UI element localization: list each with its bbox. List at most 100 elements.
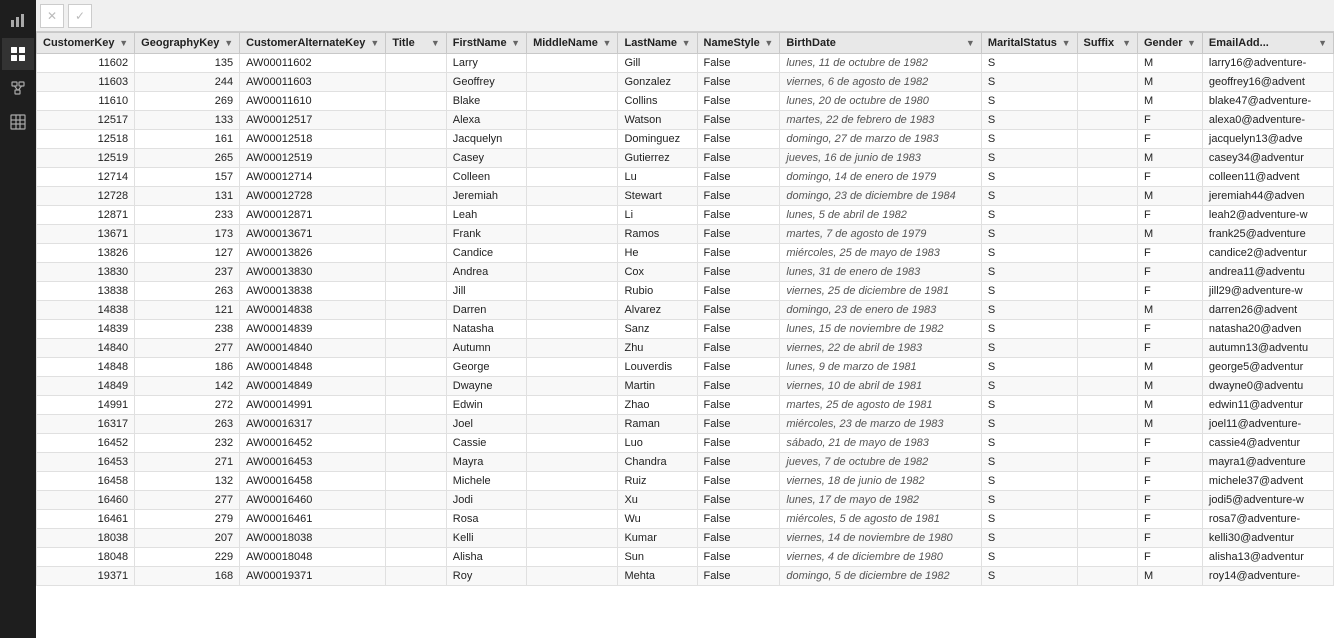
table-row[interactable]: 14991272AW00014991EdwinZhaoFalsemartes, … [37,396,1334,415]
cell-customeralternatekey: AW00013830 [240,263,386,282]
table-row[interactable]: 12871233AW00012871LeahLiFalselunes, 5 de… [37,206,1334,225]
table-row[interactable]: 13830237AW00013830AndreaCoxFalselunes, 3… [37,263,1334,282]
table-row[interactable]: 13826127AW00013826CandiceHeFalsemiércole… [37,244,1334,263]
table-row[interactable]: 18048229AW00018048AlishaSunFalseviernes,… [37,548,1334,567]
cell-gender: M [1137,92,1202,111]
cell-suffix [1077,92,1137,111]
cell-namestyle: False [697,73,780,92]
table-row[interactable]: 14848186AW00014848GeorgeLouverdisFalselu… [37,358,1334,377]
table-row[interactable]: 14849142AW00014849DwayneMartinFalseviern… [37,377,1334,396]
cell-birthdate: sábado, 21 de mayo de 1983 [780,434,982,453]
table-row[interactable]: 16453271AW00016453MayraChandraFalsejueve… [37,453,1334,472]
cell-birthdate: lunes, 9 de marzo de 1981 [780,358,982,377]
table-row[interactable]: 14840277AW00014840AutumnZhuFalseviernes,… [37,339,1334,358]
cell-firstname: Natasha [446,320,526,339]
cell-customerkey: 12517 [37,111,135,130]
cell-birthdate: miércoles, 23 de marzo de 1983 [780,415,982,434]
cell-middlename [527,434,618,453]
cell-firstname: Jacquelyn [446,130,526,149]
cell-suffix [1077,225,1137,244]
cell-emailaddress: dwayne0@adventu [1202,377,1333,396]
table-row[interactable]: 11602135AW00011602LarryGillFalselunes, 1… [37,54,1334,73]
cell-namestyle: False [697,244,780,263]
cell-emailaddress: edwin11@adventur [1202,396,1333,415]
table-row[interactable]: 11610269AW00011610BlakeCollinsFalselunes… [37,92,1334,111]
cell-customerkey: 16452 [37,434,135,453]
cell-title [386,282,446,301]
table-row[interactable]: 16317263AW00016317JoelRamanFalsemiércole… [37,415,1334,434]
cell-customerkey: 12714 [37,168,135,187]
table-row[interactable]: 16452232AW00016452CassieLuoFalsesábado, … [37,434,1334,453]
cell-geographykey: 168 [135,567,240,586]
data-table-container[interactable]: CustomerKey▼ GeographyKey▼ CustomerAlter… [36,32,1334,638]
cell-maritalstatus: S [981,453,1077,472]
cell-title [386,358,446,377]
table-row[interactable]: 13838263AW00013838JillRubioFalseviernes,… [37,282,1334,301]
col-middlename[interactable]: MiddleName▼ [527,33,618,54]
cell-geographykey: 131 [135,187,240,206]
col-gender[interactable]: Gender▼ [1137,33,1202,54]
table-row[interactable]: 12517133AW00012517AlexaWatsonFalsemartes… [37,111,1334,130]
cell-birthdate: martes, 22 de febrero de 1983 [780,111,982,130]
col-email[interactable]: EmailAdd...▼ [1202,33,1333,54]
table-row[interactable]: 13671173AW00013671FrankRamosFalsemartes,… [37,225,1334,244]
cell-title [386,472,446,491]
cell-customerkey: 12519 [37,149,135,168]
cell-customerkey: 18038 [37,529,135,548]
cell-maritalstatus: S [981,377,1077,396]
cell-suffix [1077,339,1137,358]
col-firstname[interactable]: FirstName▼ [446,33,526,54]
cell-emailaddress: frank25@adventure [1202,225,1333,244]
cell-middlename [527,92,618,111]
cell-suffix [1077,130,1137,149]
cell-emailaddress: michele37@advent [1202,472,1333,491]
col-suffix[interactable]: Suffix▼ [1077,33,1137,54]
table-row[interactable]: 14839238AW00014839NatashaSanzFalselunes,… [37,320,1334,339]
cell-customerkey: 14849 [37,377,135,396]
col-marital-status[interactable]: MaritalStatus▼ [981,33,1077,54]
col-title[interactable]: Title▼ [386,33,446,54]
table-row[interactable]: 16461279AW00016461RosaWuFalsemiércoles, … [37,510,1334,529]
table-row[interactable]: 19371168AW00019371RoyMehtaFalsedomingo, … [37,567,1334,586]
col-customer-key[interactable]: CustomerKey▼ [37,33,135,54]
cell-customerkey: 13826 [37,244,135,263]
cell-maritalstatus: S [981,510,1077,529]
cell-suffix [1077,168,1137,187]
col-namestyle[interactable]: NameStyle▼ [697,33,780,54]
cell-namestyle: False [697,92,780,111]
cell-geographykey: 157 [135,168,240,187]
table-row[interactable]: 12728131AW00012728JeremiahStewartFalsedo… [37,187,1334,206]
cell-middlename [527,263,618,282]
cell-suffix [1077,567,1137,586]
col-birthdate[interactable]: BirthDate▼ [780,33,982,54]
table-row[interactable]: 16460277AW00016460JodiXuFalselunes, 17 d… [37,491,1334,510]
cell-emailaddress: darren26@advent [1202,301,1333,320]
cell-gender: F [1137,320,1202,339]
table-row[interactable]: 12519265AW00012519CaseyGutierrezFalsejue… [37,149,1334,168]
table-row[interactable]: 14838121AW00014838DarrenAlvarezFalsedomi… [37,301,1334,320]
cell-lastname: Zhu [618,339,697,358]
cell-middlename [527,225,618,244]
cell-namestyle: False [697,453,780,472]
table-row[interactable]: 12518161AW00012518JacquelynDominguezFals… [37,130,1334,149]
cell-customerkey: 18048 [37,548,135,567]
col-lastname[interactable]: LastName▼ [618,33,697,54]
close-button[interactable]: ✕ [40,4,64,28]
col-geography-key[interactable]: GeographyKey▼ [135,33,240,54]
cell-lastname: Lu [618,168,697,187]
cell-maritalstatus: S [981,301,1077,320]
table-row[interactable]: 16458132AW00016458MicheleRuizFalsevierne… [37,472,1334,491]
grid-small-icon[interactable] [2,106,34,138]
schema-icon[interactable] [2,72,34,104]
table-row[interactable]: 11603244AW00011603GeoffreyGonzalezFalsev… [37,73,1334,92]
cell-namestyle: False [697,491,780,510]
bar-chart-icon[interactable] [2,4,34,36]
cell-maritalstatus: S [981,548,1077,567]
table-row[interactable]: 18038207AW00018038KelliKumarFalseviernes… [37,529,1334,548]
cell-birthdate: jueves, 16 de junio de 1983 [780,149,982,168]
col-customer-alt-key[interactable]: CustomerAlternateKey▼ [240,33,386,54]
cell-maritalstatus: S [981,187,1077,206]
table-row[interactable]: 12714157AW00012714ColleenLuFalsedomingo,… [37,168,1334,187]
confirm-button[interactable]: ✓ [68,4,92,28]
table-view-icon[interactable] [2,38,34,70]
